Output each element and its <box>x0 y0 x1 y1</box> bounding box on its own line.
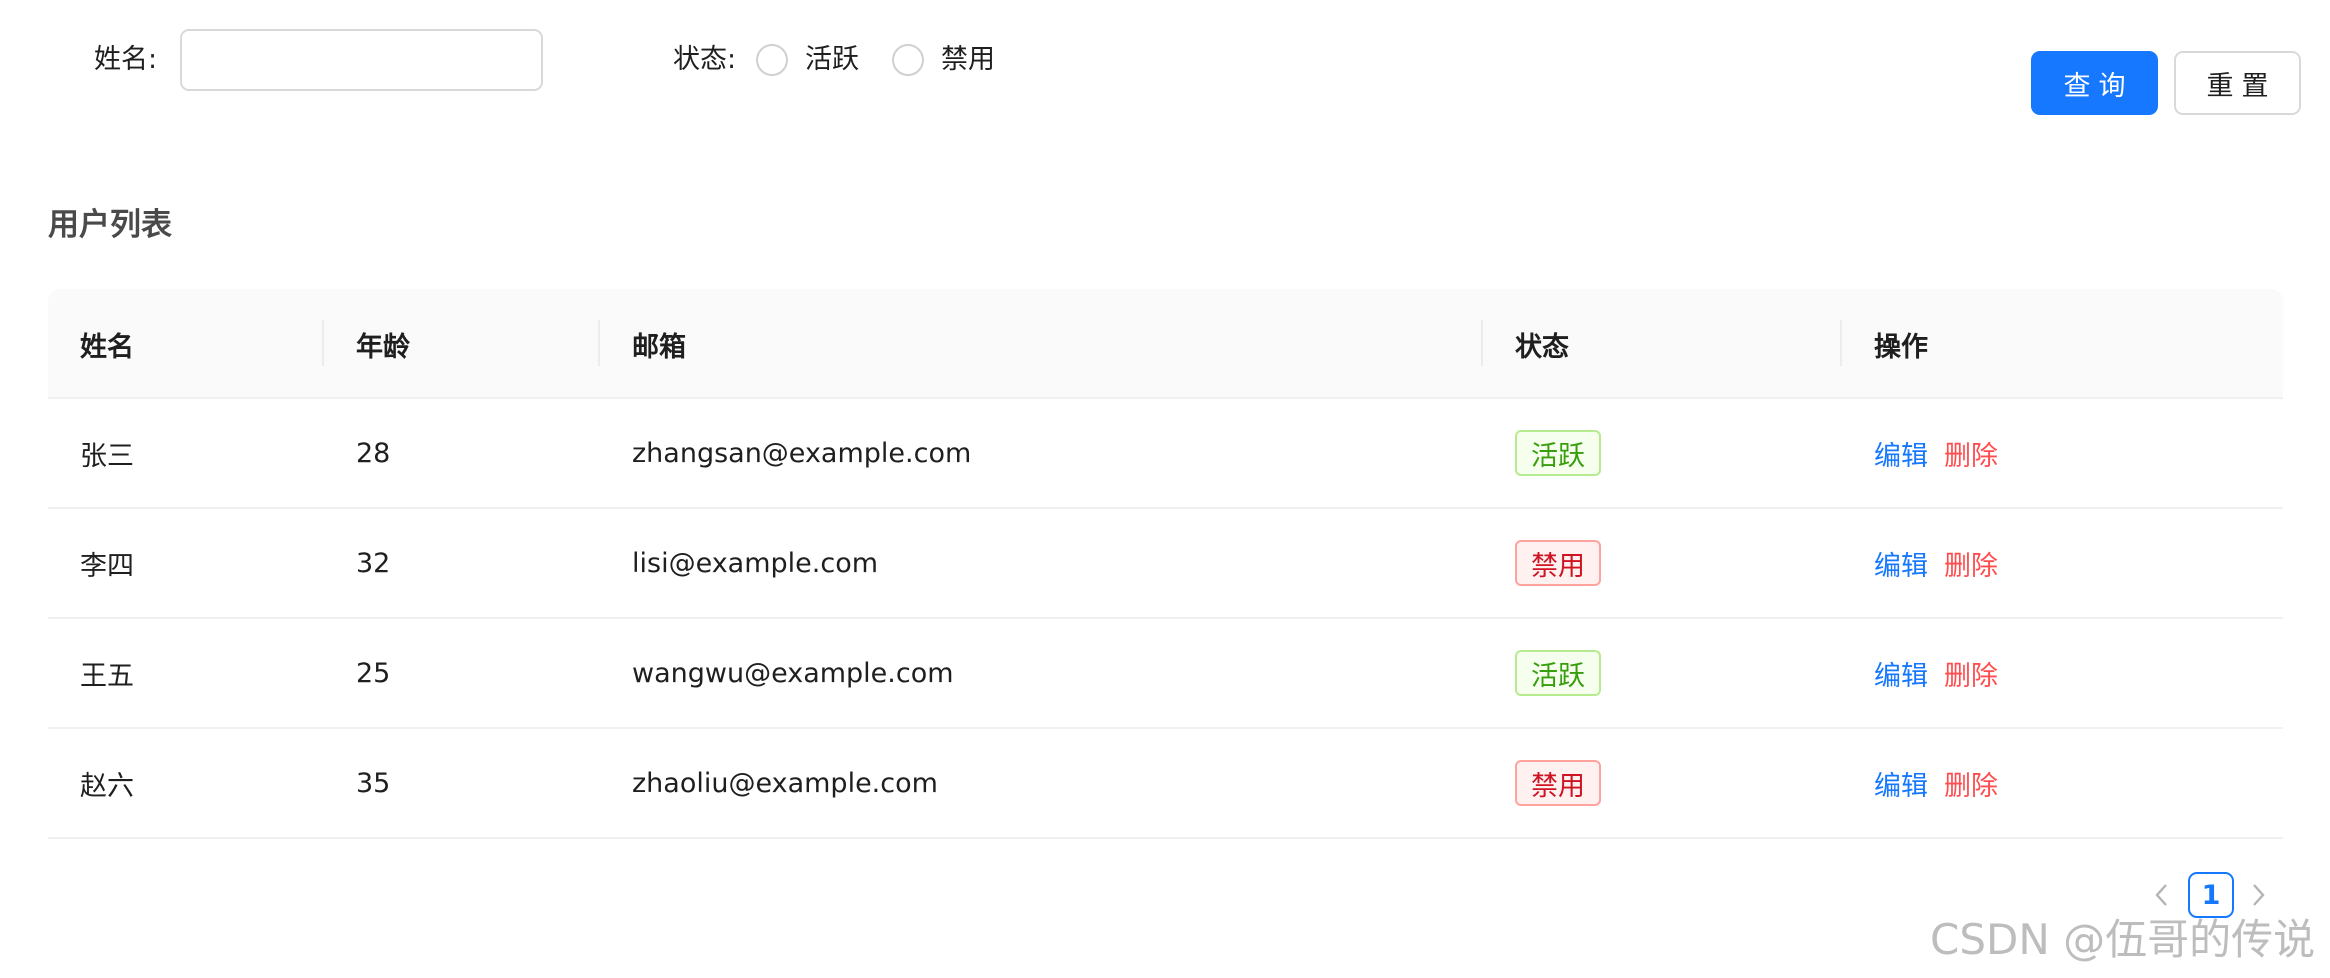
cell-age: 25 <box>356 657 391 689</box>
reset-button[interactable]: 重置 <box>2174 51 2301 115</box>
cell-email: zhaoliu@example.com <box>632 767 938 799</box>
column-divider <box>1840 320 1842 366</box>
watermark: CSDN @伍哥的传说 <box>1930 915 2316 964</box>
delete-link[interactable]: 删除 <box>1944 544 1998 583</box>
cell-status: 禁用 <box>1515 729 1601 837</box>
user-table: 姓名 年龄 邮箱 状态 操作 张三 28 zhangsan@example.co… <box>48 289 2283 839</box>
edit-link[interactable]: 编辑 <box>1874 764 1928 803</box>
cell-status: 活跃 <box>1515 619 1601 727</box>
status-radio-disabled-label[interactable]: 禁用 <box>941 42 995 78</box>
edit-link[interactable]: 编辑 <box>1874 544 1928 583</box>
table-row: 王五 25 wangwu@example.com 活跃 编辑 删除 <box>48 619 2283 729</box>
cell-actions: 编辑 删除 <box>1874 619 1998 727</box>
cell-age: 32 <box>356 547 391 579</box>
status-badge: 禁用 <box>1515 540 1601 586</box>
status-filter-label: 状态: <box>673 44 737 75</box>
status-badge: 活跃 <box>1515 430 1601 476</box>
column-header-email: 邮箱 <box>632 331 686 363</box>
column-header-name: 姓名 <box>80 331 134 363</box>
column-divider <box>598 320 600 366</box>
cell-email: lisi@example.com <box>632 547 879 579</box>
name-filter-label: 姓名: <box>94 44 158 75</box>
cell-email: zhangsan@example.com <box>632 437 972 469</box>
status-radio-active[interactable] <box>756 44 788 76</box>
prev-page-icon[interactable] <box>2142 875 2182 915</box>
table-row: 赵六 35 zhaoliu@example.com 禁用 编辑 删除 <box>48 729 2283 839</box>
delete-link[interactable]: 删除 <box>1944 654 1998 693</box>
column-header-age: 年龄 <box>356 331 410 363</box>
column-divider <box>322 320 324 366</box>
cell-name: 王五 <box>80 660 134 692</box>
cell-actions: 编辑 删除 <box>1874 729 1998 837</box>
column-divider <box>1481 320 1483 366</box>
status-radio-active-label[interactable]: 活跃 <box>805 42 859 78</box>
table-row: 张三 28 zhangsan@example.com 活跃 编辑 删除 <box>48 399 2283 509</box>
table-row: 李四 32 lisi@example.com 禁用 编辑 删除 <box>48 509 2283 619</box>
edit-link[interactable]: 编辑 <box>1874 654 1928 693</box>
status-radio-disabled[interactable] <box>892 44 924 76</box>
user-management-page: 姓名: 状态: 活跃 禁用 查询 重置 用户列表 姓名 年龄 邮箱 状态 操作 … <box>0 0 2330 978</box>
user-list-title: 用户列表 <box>48 207 172 243</box>
cell-age: 28 <box>356 437 391 469</box>
cell-status: 活跃 <box>1515 399 1601 507</box>
cell-actions: 编辑 删除 <box>1874 399 1998 507</box>
next-page-icon[interactable] <box>2238 875 2278 915</box>
query-button[interactable]: 查询 <box>2031 51 2158 115</box>
edit-link[interactable]: 编辑 <box>1874 434 1928 473</box>
delete-link[interactable]: 删除 <box>1944 764 1998 803</box>
status-badge: 活跃 <box>1515 650 1601 696</box>
cell-name: 赵六 <box>80 770 134 802</box>
table-header: 姓名 年龄 邮箱 状态 操作 <box>48 289 2283 399</box>
cell-actions: 编辑 删除 <box>1874 509 1998 617</box>
cell-name: 李四 <box>80 550 134 582</box>
column-header-status: 状态 <box>1515 331 1569 363</box>
delete-link[interactable]: 删除 <box>1944 434 1998 473</box>
name-filter-input[interactable] <box>180 29 543 91</box>
column-header-actions: 操作 <box>1874 331 1928 363</box>
cell-name: 张三 <box>80 440 134 472</box>
cell-age: 35 <box>356 767 391 799</box>
cell-email: wangwu@example.com <box>632 657 954 689</box>
status-badge: 禁用 <box>1515 760 1601 806</box>
cell-status: 禁用 <box>1515 509 1601 617</box>
